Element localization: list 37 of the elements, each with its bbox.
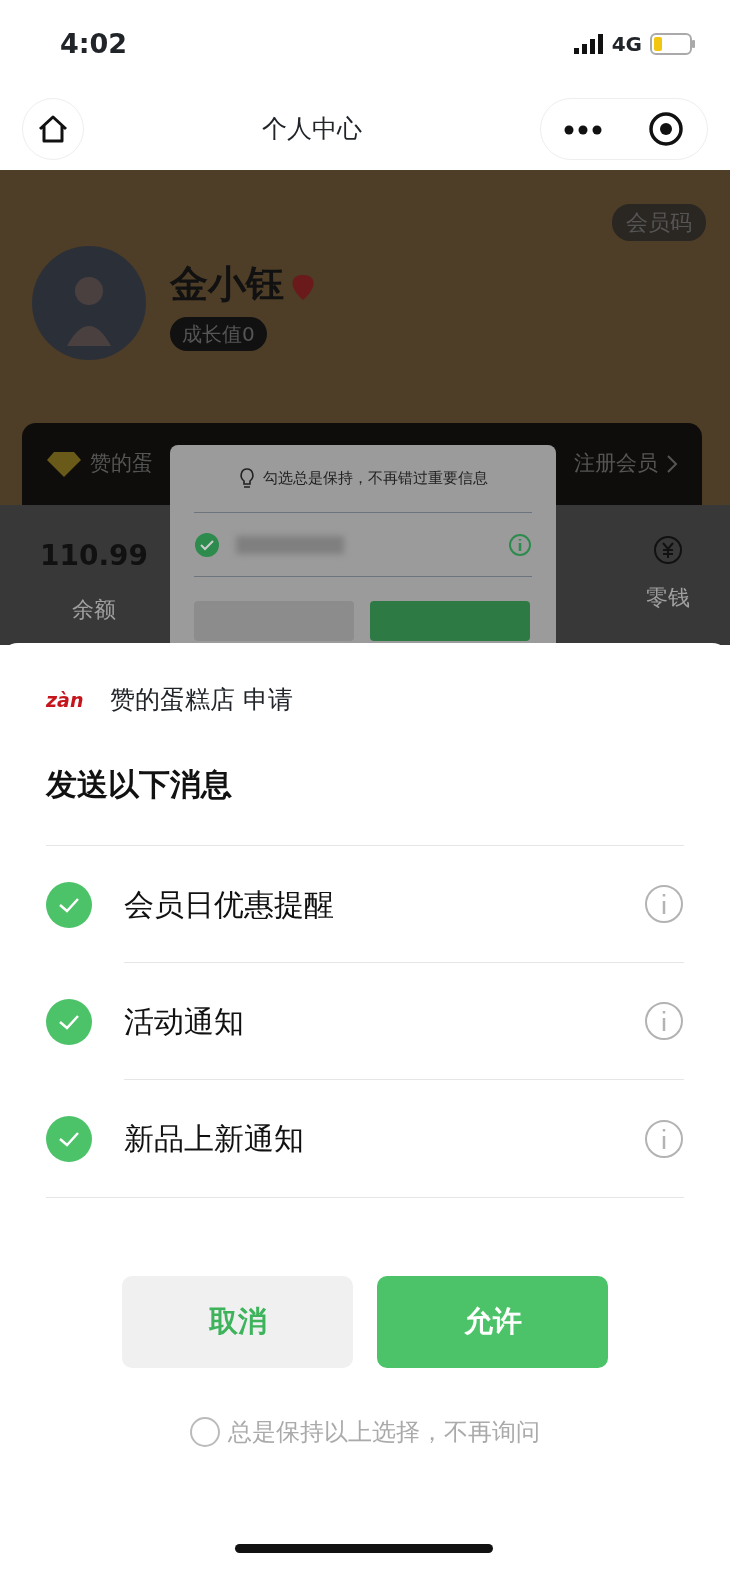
- checkbox[interactable]: [46, 881, 92, 928]
- shop-name: 赞的蛋: [90, 450, 153, 478]
- growth-badge: 成长值0: [170, 316, 267, 351]
- info-icon: [644, 1001, 684, 1041]
- always-keep-label: 总是保持以上选择，不再询问: [228, 1417, 540, 1448]
- item-label: 新品上新通知: [124, 1120, 305, 1158]
- info-icon: [508, 532, 532, 557]
- item-label: 会员日优惠提醒: [124, 885, 335, 924]
- radio-button[interactable]: [190, 1417, 220, 1447]
- allow-button[interactable]: 允许: [377, 1276, 608, 1368]
- close-button[interactable]: [648, 111, 684, 147]
- tip-text: 勾选总是保持，不再错过重要信息: [262, 468, 488, 490]
- checkbox[interactable]: [46, 1115, 92, 1162]
- battery-icon: [650, 33, 696, 55]
- home-icon: [37, 114, 69, 144]
- more-icon: [564, 124, 602, 135]
- applicant-title: 赞的蛋糕店 申请: [110, 684, 293, 716]
- network-label: 4G: [611, 31, 642, 58]
- stat-label: 零钱: [646, 584, 690, 612]
- signal-icon: [573, 34, 604, 54]
- chevron-icon: [666, 454, 678, 474]
- checkbox[interactable]: [46, 998, 92, 1045]
- yuan-icon: [653, 535, 683, 565]
- info-icon: [644, 1118, 684, 1159]
- user-name: 金小钰: [170, 260, 284, 308]
- page-title: 个人中心: [262, 113, 362, 146]
- stat-label: 余额: [72, 596, 117, 624]
- info-icon: [644, 884, 684, 924]
- logo: zàn: [46, 687, 85, 713]
- status-time: 4:02: [60, 26, 128, 61]
- cancel-button[interactable]: 取消: [122, 1276, 353, 1368]
- register-link[interactable]: 注册会员: [574, 448, 658, 480]
- lightbulb-icon: [238, 467, 255, 490]
- sheet-heading: 发送以下消息: [46, 718, 684, 846]
- diamond-icon: [46, 450, 82, 478]
- item-label: 活动通知: [124, 1002, 245, 1041]
- target-icon: [648, 111, 684, 147]
